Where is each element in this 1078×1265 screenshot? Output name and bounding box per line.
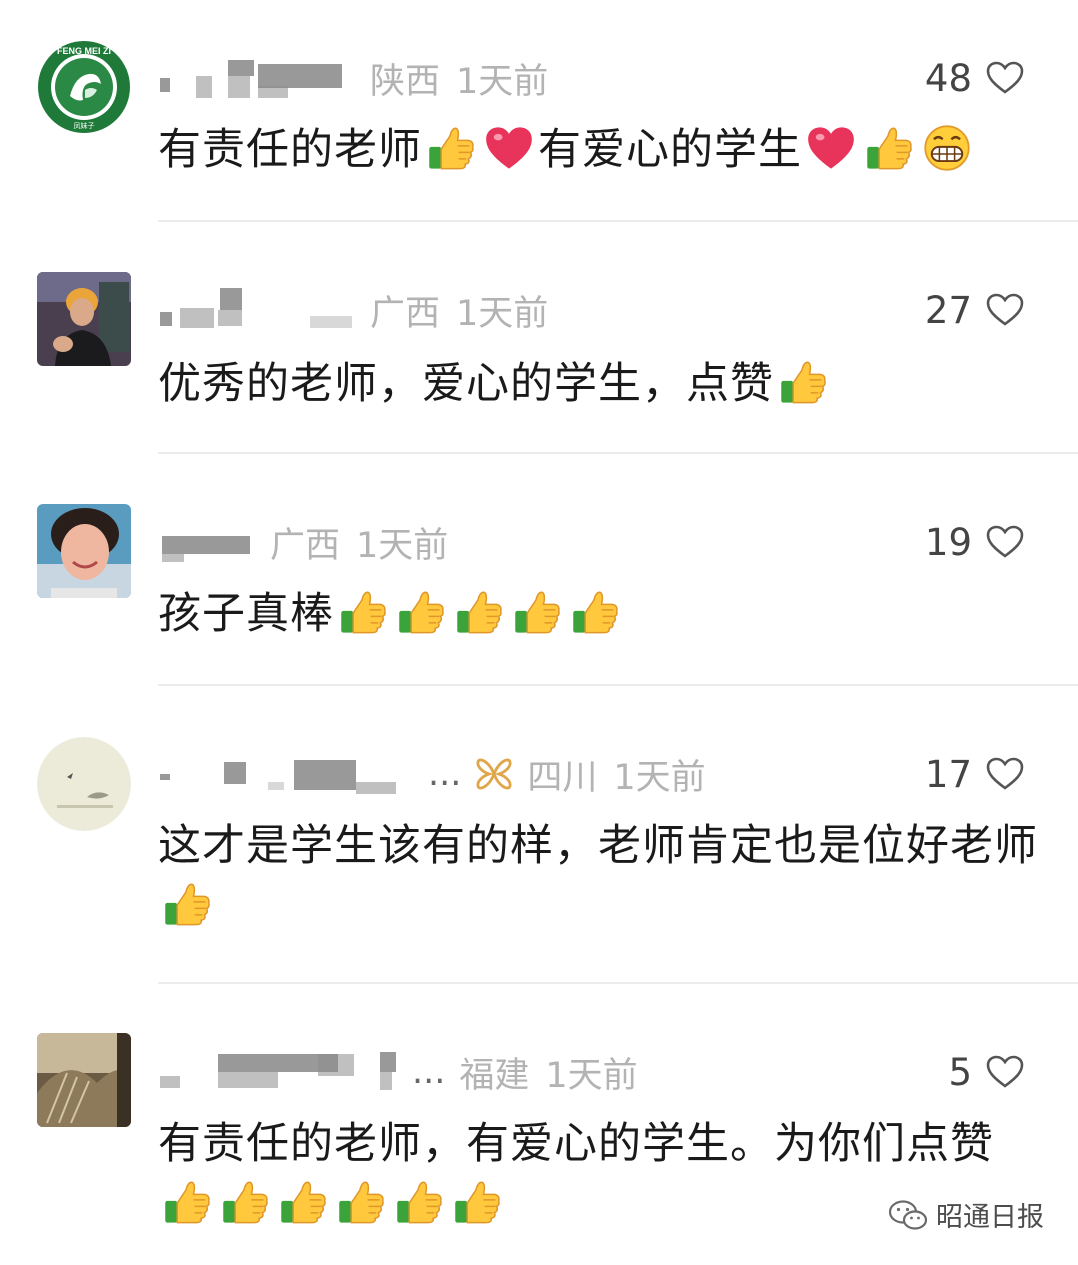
butterfly-badge-icon bbox=[476, 758, 512, 790]
timestamp: 1天前 bbox=[613, 757, 706, 798]
like-count: 5 bbox=[948, 1050, 972, 1094]
region-label: 四川 bbox=[527, 757, 598, 798]
comment-text-segment: 有责任的老师 bbox=[158, 125, 422, 175]
comment-meta: 广西 1天前 bbox=[158, 520, 448, 566]
user-photo-icon bbox=[37, 504, 131, 598]
user-photo-icon bbox=[37, 737, 131, 831]
divider bbox=[158, 982, 1078, 984]
thumbs-up-icon bbox=[781, 361, 826, 404]
wechat-icon bbox=[888, 1199, 928, 1230]
username-ellipsis: ... bbox=[412, 1052, 446, 1092]
thumbs-up-icon bbox=[281, 1181, 326, 1224]
comment-meta: 陕西 1天前 bbox=[158, 56, 548, 102]
user-photo-icon bbox=[37, 272, 131, 366]
wechat-watermark: 昭通日报 bbox=[888, 1195, 1044, 1234]
feng-mei-zi-logo-icon: FENG MEI ZI 凤妹子 bbox=[38, 41, 130, 133]
thumbs-up-icon bbox=[397, 1181, 442, 1224]
like-button[interactable]: 27 bbox=[925, 286, 1024, 334]
heart-outline-icon bbox=[986, 525, 1024, 558]
username-blurred[interactable] bbox=[158, 288, 358, 332]
timestamp: 1天前 bbox=[356, 525, 449, 566]
comment-meta: ... 福建 1天前 bbox=[158, 1050, 638, 1096]
comment-text-segment: 这才是学生该有的样，老师肯定也是位好老师 bbox=[158, 821, 1038, 871]
comment-meta: 广西 1天前 bbox=[158, 288, 548, 334]
thumbs-up-icon bbox=[339, 1181, 384, 1224]
divider bbox=[158, 220, 1078, 222]
thumbs-up-icon bbox=[515, 591, 560, 634]
svg-text:凤妹子: 凤妹子 bbox=[74, 121, 95, 130]
comment-text-segment: 有责任的老师，有爱心的学生。为你们点赞 bbox=[158, 1119, 994, 1169]
comment-text: 有责任的老师 有爱心的学生 bbox=[158, 120, 1038, 180]
heart-icon bbox=[486, 127, 532, 169]
divider bbox=[158, 684, 1078, 686]
avatar[interactable] bbox=[37, 272, 131, 366]
thumbs-up-icon bbox=[223, 1181, 268, 1224]
region-label: 广西 bbox=[270, 525, 341, 566]
divider bbox=[158, 452, 1078, 454]
region-label: 广西 bbox=[370, 293, 441, 334]
thumbs-up-icon bbox=[165, 883, 210, 926]
logo-text: FENG MEI ZI bbox=[57, 46, 111, 56]
user-photo-icon bbox=[37, 1033, 131, 1127]
grin-icon bbox=[924, 125, 970, 171]
username-blurred[interactable] bbox=[158, 752, 414, 796]
thumbs-up-icon bbox=[429, 127, 474, 170]
comment-text: 这才是学生该有的样，老师肯定也是位好老师 bbox=[158, 816, 1038, 936]
thumbs-up-icon bbox=[165, 1181, 210, 1224]
heart-icon bbox=[808, 127, 854, 169]
thumbs-up-icon bbox=[455, 1181, 500, 1224]
avatar[interactable] bbox=[37, 504, 131, 598]
thumbs-up-icon bbox=[399, 591, 444, 634]
heart-outline-icon bbox=[986, 293, 1024, 326]
comment-text: 优秀的老师，爱心的学生，点赞 bbox=[158, 354, 1038, 414]
region-label: 陕西 bbox=[370, 61, 441, 102]
comment-text: 孩子真棒 bbox=[158, 584, 1038, 644]
timestamp: 1天前 bbox=[545, 1055, 638, 1096]
avatar[interactable] bbox=[37, 737, 131, 831]
like-count: 17 bbox=[924, 752, 972, 796]
username-ellipsis: ... bbox=[428, 754, 462, 794]
heart-outline-icon bbox=[986, 757, 1024, 790]
watermark-label: 昭通日报 bbox=[936, 1202, 1044, 1233]
thumbs-up-icon bbox=[457, 591, 502, 634]
username-blurred[interactable] bbox=[158, 520, 258, 564]
like-button[interactable]: 19 bbox=[925, 518, 1024, 566]
timestamp: 1天前 bbox=[456, 61, 549, 102]
thumbs-up-icon bbox=[573, 591, 618, 634]
thumbs-up-icon bbox=[867, 127, 912, 170]
heart-outline-icon bbox=[986, 61, 1024, 94]
comment-meta: ... 四川 1天前 bbox=[158, 752, 706, 798]
comment-text-segment: 有爱心的学生 bbox=[538, 125, 802, 175]
like-count: 27 bbox=[924, 288, 972, 332]
avatar[interactable]: FENG MEI ZI 凤妹子 bbox=[37, 40, 131, 134]
like-button[interactable]: 5 bbox=[948, 1048, 1024, 1096]
username-blurred[interactable] bbox=[158, 56, 358, 100]
region-label: 福建 bbox=[459, 1055, 530, 1096]
comment-text-segment: 孩子真棒 bbox=[158, 589, 334, 639]
avatar[interactable] bbox=[37, 1033, 131, 1127]
like-button[interactable]: 48 bbox=[925, 54, 1024, 102]
username-blurred[interactable] bbox=[158, 1050, 398, 1094]
like-button[interactable]: 17 bbox=[925, 750, 1024, 798]
heart-outline-icon bbox=[986, 1055, 1024, 1088]
like-count: 19 bbox=[924, 520, 972, 564]
like-count: 48 bbox=[924, 56, 972, 100]
comment-text-segment: 优秀的老师，爱心的学生，点赞 bbox=[158, 359, 774, 409]
thumbs-up-icon bbox=[341, 591, 386, 634]
timestamp: 1天前 bbox=[456, 293, 549, 334]
